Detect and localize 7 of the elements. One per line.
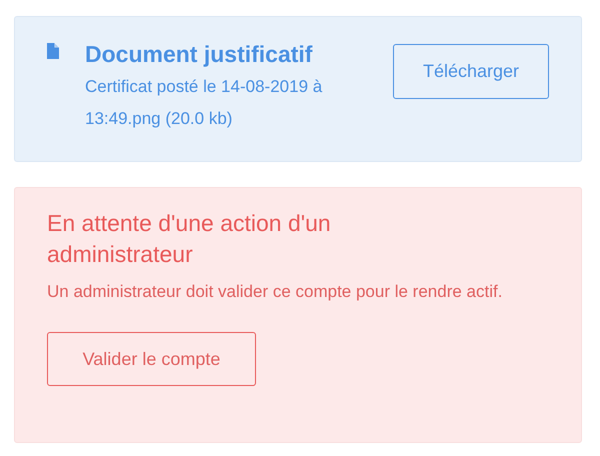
download-button[interactable]: Télécharger <box>393 44 549 99</box>
alert-message: Un administrateur doit valider ce compte pour le rendre actif. <box>47 281 504 303</box>
file-icon <box>47 43 59 59</box>
alert-title: En attente d'une action d'un administrateur <box>47 209 332 269</box>
document-title: Document justificatif <box>85 40 314 69</box>
file-description: Certificat posté le 14-08-2019 à 13:49.png (20.0 kb) <box>85 76 324 130</box>
validate-account-button[interactable]: Valider le compte <box>47 332 256 386</box>
